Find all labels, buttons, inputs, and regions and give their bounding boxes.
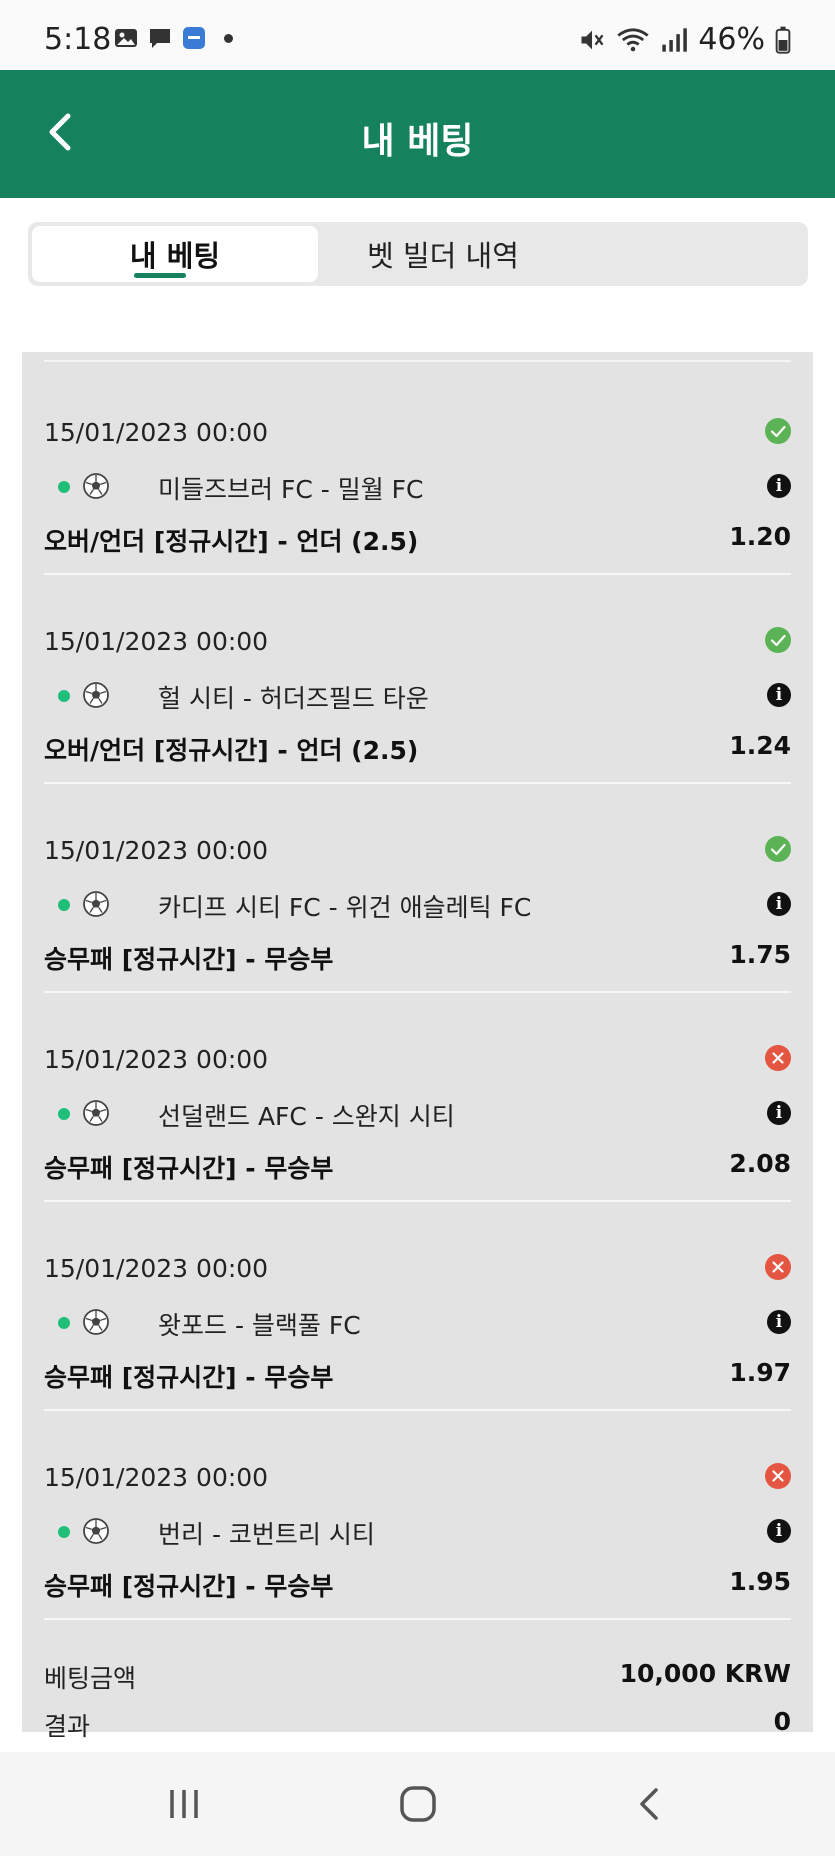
soccer-ball-icon	[83, 1309, 109, 1335]
live-indicator-icon	[58, 1317, 70, 1329]
wifi-icon	[617, 27, 649, 51]
bet-market: 승무패 [정규시간] - 무승부	[44, 1154, 334, 1183]
system-status: 46%	[578, 22, 791, 57]
info-icon[interactable]: i	[767, 1310, 791, 1334]
bet-odds: 1.20	[729, 522, 791, 551]
result-value: 0	[773, 1707, 791, 1736]
bet-odds: 1.24	[729, 731, 791, 760]
live-indicator-icon	[58, 899, 70, 911]
signal-icon	[662, 27, 688, 52]
bet-date: 15/01/2023 00:00	[44, 627, 269, 656]
bet-market: 오버/언더 [정규시간] - 언더 (2.5)	[44, 527, 419, 556]
match-row: 선덜랜드 AFC - 스완지 시티 i	[44, 1093, 791, 1133]
bet-row: 15/01/2023 00:00 번리 - 코번트리 시티 i 승무패 [정규시간] …	[44, 1411, 791, 1620]
bet-row: 15/01/2023 00:00 카디프 시티 FC - 위건 애슬레틱 FC i 승…	[44, 784, 791, 993]
stake-label: 베팅금액	[44, 1664, 137, 1693]
notification-icons	[114, 26, 233, 50]
bet-row: 15/01/2023 00:00 왓포드 - 블랙풀 FC i 승무패 [정규시간] …	[44, 1202, 791, 1411]
info-icon[interactable]: i	[767, 1101, 791, 1125]
bet-odds: 2.08	[729, 1149, 791, 1178]
bet-odds: 1.97	[729, 1358, 791, 1387]
result-label: 결과	[44, 1712, 91, 1741]
lost-x-icon	[765, 1045, 791, 1071]
live-indicator-icon	[58, 1108, 70, 1120]
recent-apps-icon[interactable]	[162, 1782, 206, 1826]
live-indicator-icon	[58, 1526, 70, 1538]
tab-my-bets[interactable]: 내 베팅	[32, 226, 318, 282]
app-icon	[183, 27, 205, 49]
status-bar: 5:18 46%	[0, 0, 835, 70]
match-name: 왓포드 - 블랙풀 FC	[158, 1311, 361, 1340]
bet-market: 승무패 [정규시간] - 무승부	[44, 945, 334, 974]
bet-row: 15/01/2023 00:00 헐 시티 - 허더즈필드 타운 i 오버/언더 [정…	[44, 575, 791, 784]
match-name: 선덜랜드 AFC - 스완지 시티	[158, 1102, 455, 1131]
stake-row: 베팅금액 10,000 KRW	[44, 1659, 791, 1699]
status-time: 5:18	[44, 22, 112, 57]
bet-date: 15/01/2023 00:00	[44, 1463, 269, 1492]
bet-row: 15/01/2023 00:00 선덜랜드 AFC - 스완지 시티 i 승무패 [정…	[44, 993, 791, 1202]
match-row: 미들즈브러 FC - 밀월 FC i	[44, 466, 791, 506]
match-name: 번리 - 코번트리 시티	[158, 1520, 375, 1549]
stake-value: 10,000 KRW	[619, 1659, 791, 1688]
bet-row: 15/01/2023 00:00 미들즈브러 FC - 밀월 FC i 오버/언더 […	[44, 366, 791, 575]
soccer-ball-icon	[83, 682, 109, 708]
live-indicator-icon	[58, 690, 70, 702]
page-title: 내 베팅	[361, 121, 474, 162]
battery-percent: 46%	[698, 22, 765, 57]
tab-label: 벳 빌더 내역	[367, 239, 519, 273]
bet-odds: 1.75	[729, 940, 791, 969]
soccer-ball-icon	[83, 1100, 109, 1126]
match-name: 미들즈브러 FC - 밀월 FC	[158, 475, 424, 504]
divider	[44, 1618, 791, 1620]
soccer-ball-icon	[83, 891, 109, 917]
match-name: 카디프 시티 FC - 위건 애슬레틱 FC	[158, 893, 532, 922]
dot-icon	[224, 33, 233, 43]
soccer-ball-icon	[83, 1518, 109, 1544]
match-row: 헐 시티 - 허더즈필드 타운 i	[44, 675, 791, 715]
mute-icon	[581, 30, 604, 49]
bet-slip-card: 15/01/2023 00:00 미들즈브러 FC - 밀월 FC i 오버/언더 […	[22, 352, 813, 1741]
battery-icon	[775, 26, 791, 54]
tab-active-indicator	[134, 273, 186, 278]
gallery-icon	[115, 29, 137, 47]
chat-icon	[150, 29, 170, 48]
match-row: 왓포드 - 블랙풀 FC i	[44, 1302, 791, 1342]
app-header: 내 베팅	[0, 70, 835, 198]
home-icon[interactable]	[396, 1782, 440, 1826]
won-check-icon	[765, 418, 791, 444]
soccer-ball-icon	[83, 473, 109, 499]
bet-date: 15/01/2023 00:00	[44, 1254, 269, 1283]
won-check-icon	[765, 627, 791, 653]
bet-date: 15/01/2023 00:00	[44, 1045, 269, 1074]
tab-bet-builder-history[interactable]: 벳 빌더 내역	[318, 226, 568, 282]
match-name: 헐 시티 - 허더즈필드 타운	[158, 684, 429, 713]
info-icon[interactable]: i	[767, 474, 791, 498]
info-icon[interactable]: i	[767, 1519, 791, 1543]
tab-label: 내 베팅	[129, 239, 221, 273]
bet-market: 승무패 [정규시간] - 무승부	[44, 1363, 334, 1392]
bet-market: 승무패 [정규시간] - 무승부	[44, 1572, 334, 1601]
bet-market: 오버/언더 [정규시간] - 언더 (2.5)	[44, 736, 419, 765]
back-icon[interactable]	[628, 1782, 672, 1826]
info-icon[interactable]: i	[767, 892, 791, 916]
match-row: 번리 - 코번트리 시티 i	[44, 1511, 791, 1551]
divider	[44, 360, 791, 362]
result-row: 결과 0	[44, 1707, 791, 1747]
bet-odds: 1.95	[729, 1567, 791, 1596]
info-icon[interactable]: i	[767, 683, 791, 707]
lost-x-icon	[765, 1254, 791, 1280]
tab-bar: 내 베팅 벳 빌더 내역	[28, 222, 808, 286]
bet-date: 15/01/2023 00:00	[44, 836, 269, 865]
live-indicator-icon	[58, 481, 70, 493]
match-row: 카디프 시티 FC - 위건 애슬레틱 FC i	[44, 884, 791, 924]
lost-x-icon	[765, 1463, 791, 1489]
bet-date: 15/01/2023 00:00	[44, 418, 269, 447]
system-nav-bar	[0, 1752, 835, 1856]
won-check-icon	[765, 836, 791, 862]
